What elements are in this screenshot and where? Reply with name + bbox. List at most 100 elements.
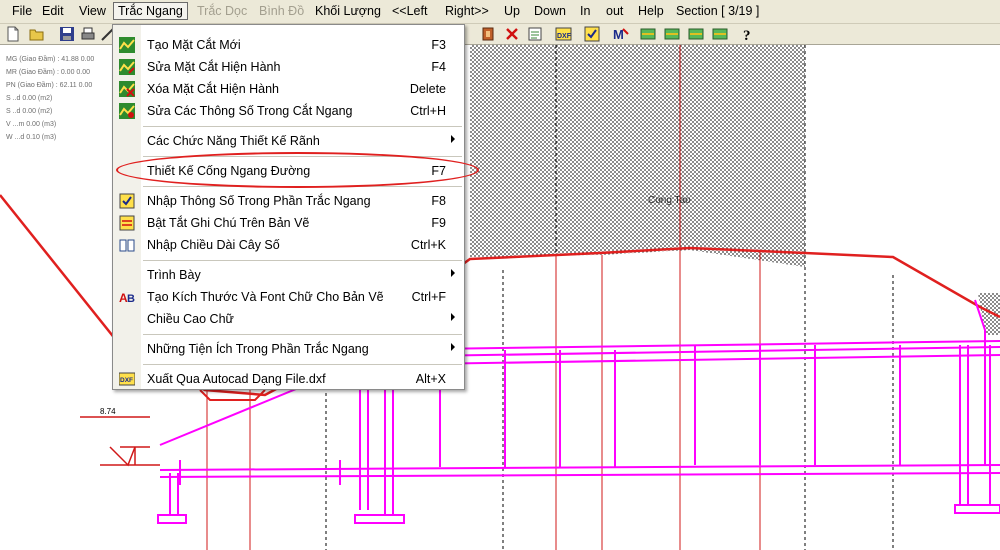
menu-binh-do[interactable]: Bình Đồ [259,4,304,18]
shortcut-label: Delete [409,82,446,96]
menu-item-label: Sửa Các Thông Số Trong Cắt Ngang [147,104,353,118]
edit-params-icon [119,103,135,119]
font-size-icon: AB [119,289,135,305]
info-line: S ..d 0.00 (m2) [6,95,53,102]
menu-item-label: Nhập Chiều Dài Cây Số [147,238,280,252]
submenu-arrow-icon [451,135,455,143]
menu-item-label: Nhập Thông Số Trong Phần Trắc Ngang [147,194,371,208]
svg-text:?: ? [743,28,751,42]
dxf-export-icon: DXF [118,371,136,387]
info-line: PN (Giao Đầm) : 62.11 0.00 [6,82,93,89]
layer-icon[interactable] [640,26,657,42]
menu-separator [143,334,462,335]
menu-item-edit-params[interactable]: Sửa Các Thông Số Trong Cắt Ngang Ctrl+H [113,100,464,122]
edit-section-icon [119,59,135,75]
menu-item-layout[interactable]: Trình Bày [113,264,464,286]
menu-item-km-length[interactable]: Nhập Chiều Dài Cây Số Ctrl+K [113,234,464,256]
water-level-marker [80,416,160,467]
input-params-icon [119,193,135,209]
menu-separator [143,260,462,261]
structure-label: Cong Tao [648,195,691,206]
menu-item-create-section[interactable]: Tạo Mặt Cắt Mới F3 [113,34,464,56]
shortcut-label: F4 [431,60,446,74]
shortcut-label: Ctrl+H [410,104,446,118]
menu-item-export-dxf[interactable]: DXF Xuất Qua Autocad Dạng File.dxf Alt+X [113,368,464,390]
box-icon[interactable] [480,26,497,42]
new-file-icon[interactable] [6,26,23,42]
shortcut-label: F8 [431,194,446,208]
annotation-ellipse [116,152,479,188]
info-line: V ...m 0.00 (m3) [6,121,57,128]
toggle-notes-icon [119,215,135,231]
shortcut-label: Ctrl+F [411,290,446,304]
menu-item-ditch-design[interactable]: Các Chức Năng Thiết Kế Rãnh [113,130,464,152]
dxf-icon[interactable]: DXF [555,26,572,42]
save-icon[interactable] [59,26,76,42]
menu-bar: File Edit View Trắc Ngang Trắc Dọc Bình … [0,0,1000,24]
menu-item-label: Những Tiện Ích Trong Phần Trắc Ngang [147,342,369,356]
delete-x-icon[interactable] [504,26,521,42]
info-line: MR (Giao Đầm) : 0.00 0.00 [6,69,91,76]
menu-up[interactable]: Up [504,4,520,18]
menu-trac-ngang[interactable]: Trắc Ngang [113,2,188,20]
layer-icon[interactable] [688,26,705,42]
create-section-icon [119,37,135,53]
menu-out[interactable]: out [606,4,623,18]
menu-item-label: Sửa Mặt Cắt Hiện Hành [147,60,281,74]
submenu-arrow-icon [451,343,455,351]
book-icon [119,237,135,253]
menu-left[interactable]: <<Left [392,4,427,18]
menu-file[interactable]: File [12,4,32,18]
menu-view[interactable]: View [79,4,106,18]
fill-area [470,45,805,267]
m-icon[interactable]: M [612,26,629,42]
open-folder-icon[interactable] [29,26,46,42]
print-icon[interactable] [80,26,97,42]
help-icon[interactable]: ? [740,26,757,44]
menu-right[interactable]: Right>> [445,4,489,18]
menu-section[interactable]: Section [ 3/19 ] [676,4,759,18]
note-icon[interactable] [527,26,544,42]
menu-item-toggle-notes[interactable]: Bật Tắt Ghi Chú Trên Bản Vẽ F9 [113,212,464,234]
menu-in[interactable]: In [580,4,590,18]
svg-text:M: M [613,27,624,42]
menu-help[interactable]: Help [638,4,664,18]
menu-separator [143,364,462,365]
menu-trac-doc[interactable]: Trắc Dọc [197,4,247,18]
trac-ngang-dropdown: Tạo Mặt Cắt Mới F3 Sửa Mặt Cắt Hiện Hành… [112,24,465,390]
info-line: S ..d 0.00 (m2) [6,108,53,115]
shortcut-label: Ctrl+K [410,238,446,252]
menu-item-label: Các Chức Năng Thiết Kế Rãnh [147,134,320,148]
dimension-label: 8.74 [100,407,116,416]
delete-section-icon [119,81,135,97]
shortcut-label: F9 [431,216,446,230]
submenu-arrow-icon [451,269,455,277]
menu-item-delete-section[interactable]: Xóa Mặt Cắt Hiện Hành Delete [113,78,464,100]
shortcut-label: F3 [431,38,446,52]
menu-item-input-params[interactable]: Nhập Thông Số Trong Phần Trắc Ngang F8 [113,190,464,212]
menu-item-label: Trình Bày [147,268,201,282]
menu-item-label: Xuất Qua Autocad Dạng File.dxf [147,372,326,386]
menu-item-label: Chiều Cao Chữ [147,312,234,326]
menu-item-label: Tạo Mặt Cắt Mới [147,38,241,52]
layer-icon[interactable] [712,26,729,42]
menu-down[interactable]: Down [534,4,566,18]
menu-khoi-luong[interactable]: Khối Lượng [315,4,381,18]
svg-text:DXF: DXF [557,33,572,40]
menu-edit[interactable]: Edit [42,4,64,18]
checkbox-icon[interactable] [584,26,601,42]
menu-separator [143,126,462,127]
menu-item-text-height[interactable]: Chiều Cao Chữ [113,308,464,330]
menu-item-label: Bật Tắt Ghi Chú Trên Bản Vẽ [147,216,310,230]
svg-text:B: B [127,293,135,305]
menu-item-font-size[interactable]: AB Tạo Kích Thước Và Font Chữ Cho Bản Vẽ… [113,286,464,308]
menu-item-edit-section[interactable]: Sửa Mặt Cắt Hiện Hành F4 [113,56,464,78]
layer-icon[interactable] [664,26,681,42]
submenu-arrow-icon [451,313,455,321]
shortcut-label: Alt+X [415,372,446,386]
svg-text:DXF: DXF [120,377,133,384]
menu-item-label: Tạo Kích Thước Và Font Chữ Cho Bản Vẽ [147,290,384,304]
menu-item-label: Xóa Mặt Cắt Hiện Hành [147,82,280,96]
info-line: W ...d 0.10 (m3) [6,134,57,141]
menu-item-utilities[interactable]: Những Tiện Ích Trong Phần Trắc Ngang [113,338,464,360]
